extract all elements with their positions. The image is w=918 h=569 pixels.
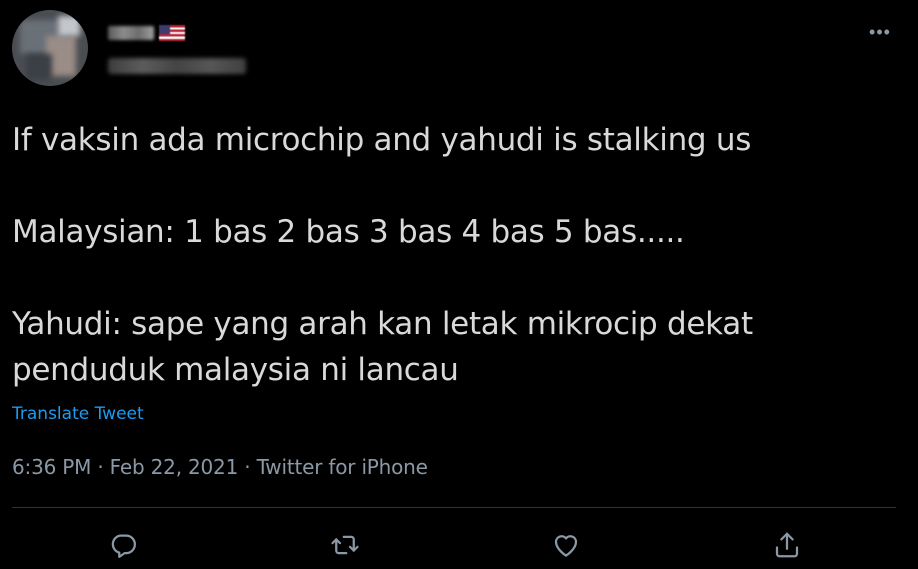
tweet-line: If vaksin ada microchip and yahudi is st…: [12, 122, 752, 158]
tweet-meta: 6:36 PM · Feb 22, 2021 · Twitter for iPh…: [12, 455, 428, 479]
tweet-line: Malaysian: 1 bas 2 bas 3 bas 4 bas 5 bas…: [12, 214, 685, 250]
retweet-icon: [331, 535, 359, 555]
share-button[interactable]: [769, 527, 805, 563]
username-blurred[interactable]: [108, 58, 246, 74]
tweet-date[interactable]: Feb 22, 2021: [110, 455, 239, 479]
tweet-line: penduduk malaysia ni lancau: [12, 352, 459, 388]
tweet-text: If vaksin ada microchip and yahudi is st…: [12, 117, 892, 393]
reply-icon: [111, 534, 136, 558]
more-options-button[interactable]: •••: [866, 18, 894, 46]
meta-separator: ·: [91, 455, 110, 479]
translate-tweet-link[interactable]: Translate Tweet: [12, 404, 144, 424]
tweet-line: Yahudi: sape yang arah kan letak mikroci…: [12, 306, 753, 342]
share-icon: [775, 532, 799, 558]
tweet-actions: [0, 527, 918, 567]
heart-icon: [554, 535, 578, 557]
display-name-blurred[interactable]: [108, 26, 154, 40]
meta-separator: ·: [238, 455, 257, 479]
divider: [12, 507, 896, 508]
retweet-button[interactable]: [327, 527, 363, 563]
more-icon: •••: [869, 21, 891, 42]
reply-button[interactable]: [105, 527, 141, 563]
tweet-client[interactable]: Twitter for iPhone: [257, 455, 428, 479]
avatar[interactable]: [12, 10, 88, 86]
tweet-time[interactable]: 6:36 PM: [12, 455, 91, 479]
like-button[interactable]: [548, 527, 584, 563]
us-flag-icon: [158, 24, 186, 42]
